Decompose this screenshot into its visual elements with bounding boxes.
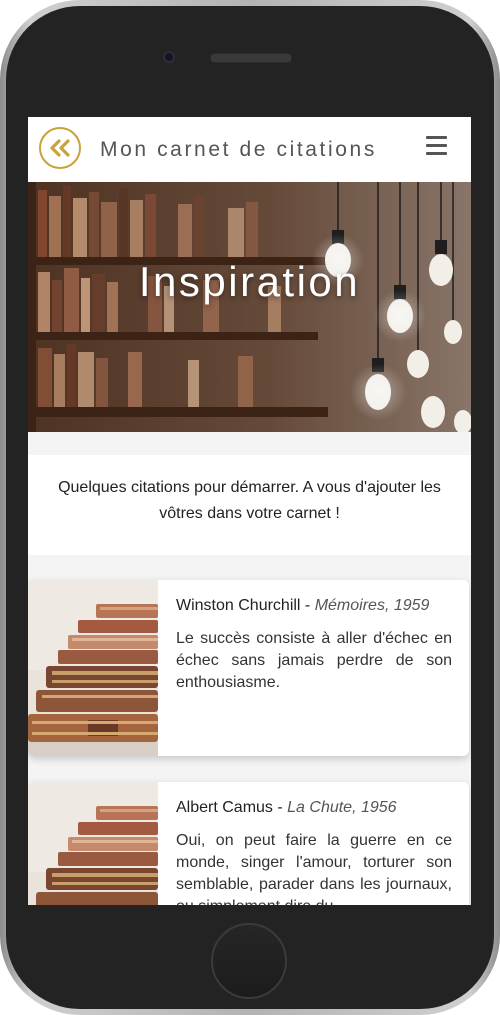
intro-text: Quelques citations pour démarrer. A vous…	[58, 479, 441, 522]
quote-author-line: Winston Churchill - Mémoires, 1959	[176, 597, 429, 615]
quote-text: Le succès consiste à aller d'échec en éc…	[176, 630, 452, 691]
books-stack-image	[28, 782, 158, 905]
front-camera	[163, 51, 175, 63]
quote-work: Mémoires, 1959	[314, 597, 430, 614]
books-stack-image	[28, 580, 158, 756]
hero-title: Inspiration	[138, 258, 361, 305]
quote-separator: -	[272, 799, 288, 816]
top-bar: Mon carnet de citations	[28, 117, 471, 182]
home-button[interactable]	[211, 923, 287, 999]
quote-work: La Chute, 1956	[287, 799, 397, 816]
quote-separator: -	[300, 597, 315, 614]
intro-section: Quelques citations pour démarrer. A vous…	[28, 455, 471, 555]
double-chevron-left-icon	[50, 139, 70, 157]
earpiece-speaker	[210, 53, 292, 63]
quote-text: Oui, on peut faire la guerre en ce monde…	[176, 832, 452, 905]
quote-author: Winston Churchill	[176, 597, 301, 614]
phone-frame: Mon carnet de citations Inspiration Quel…	[0, 0, 500, 1015]
hero-banner: Inspiration	[28, 182, 471, 432]
bookshelf-lamps-image	[28, 182, 471, 432]
page-title: Mon carnet de citations	[100, 138, 377, 161]
hamburger-menu-icon[interactable]	[426, 136, 448, 156]
quote-card[interactable]: Albert Camus - La Chute, 1956 Oui, on pe…	[28, 782, 469, 905]
quote-author-line: Albert Camus - La Chute, 1956	[176, 799, 397, 817]
quote-card[interactable]: Winston Churchill - Mémoires, 1959 Le su…	[28, 580, 469, 756]
quote-author: Albert Camus	[176, 799, 273, 816]
back-button[interactable]	[39, 127, 81, 169]
app-screen: Mon carnet de citations Inspiration Quel…	[28, 117, 471, 905]
